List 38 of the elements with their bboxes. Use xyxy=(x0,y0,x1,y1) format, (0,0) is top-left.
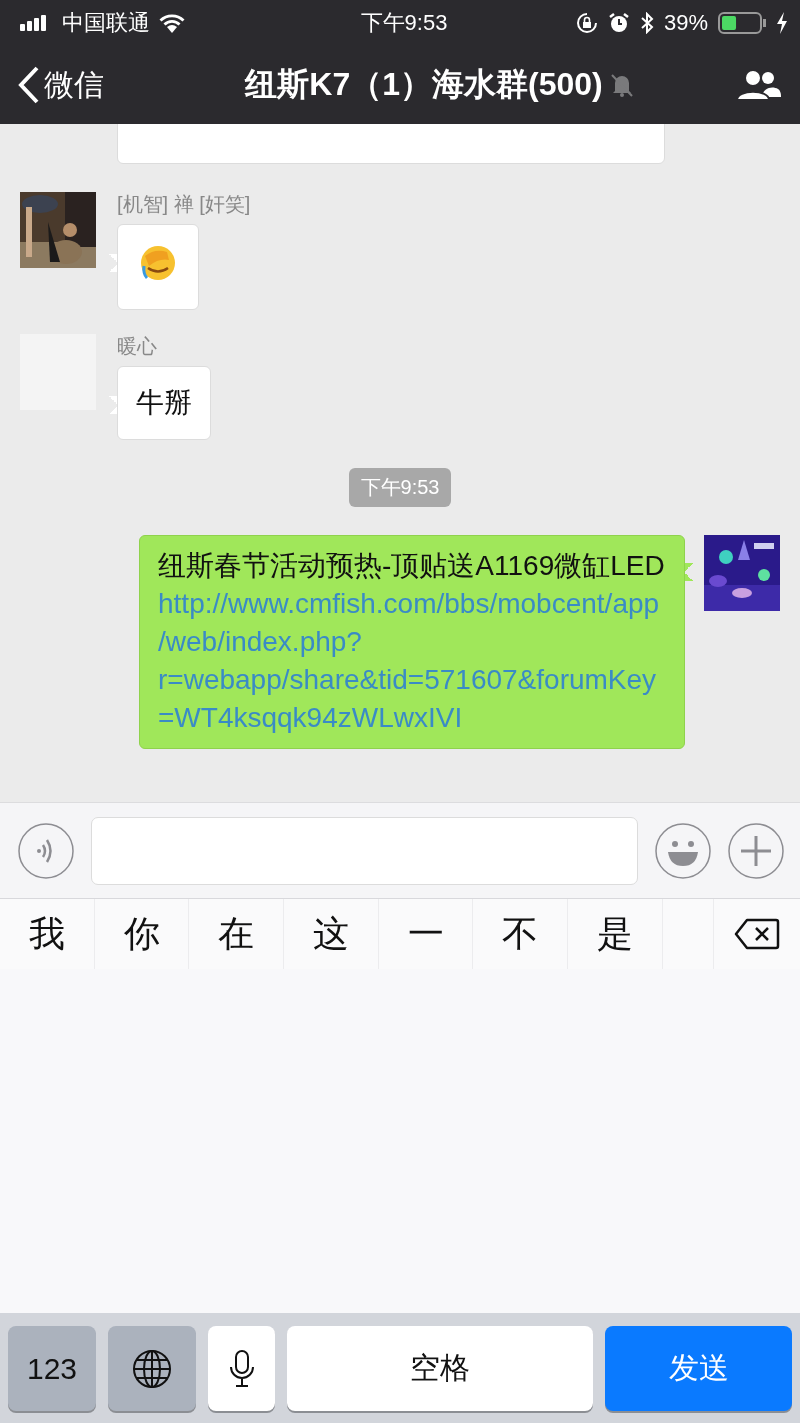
bluetooth-icon xyxy=(639,12,654,34)
message-timestamp: 下午9:53 xyxy=(348,468,452,507)
send-key[interactable]: 发送 xyxy=(605,1326,792,1411)
numbers-key[interactable]: 123 xyxy=(8,1326,96,1411)
candidate-character[interactable]: 不 xyxy=(473,899,569,969)
add-icon[interactable] xyxy=(728,822,784,879)
message-text: 纽斯春节活动预热-顶贴送A1169微缸LED xyxy=(158,550,665,581)
microphone-icon xyxy=(228,1348,255,1389)
sender-name: [机智] 禅 [奸笑] xyxy=(117,192,251,216)
candidate-character[interactable]: 我 xyxy=(0,899,95,969)
chat-title: 纽斯K7（1）海水群(500) xyxy=(245,65,603,104)
candidate-character[interactable]: 一 xyxy=(378,899,474,969)
dictation-key[interactable] xyxy=(208,1326,275,1411)
carrier-name: 中国联通 xyxy=(62,9,150,37)
wifi-icon xyxy=(158,13,186,33)
emoji-icon[interactable] xyxy=(655,822,711,879)
back-chevron-icon xyxy=(18,66,40,104)
message-input-field[interactable] xyxy=(91,816,638,885)
candidate-character[interactable]: 你 xyxy=(94,899,190,969)
rotation-lock-icon xyxy=(575,12,598,34)
candidate-character[interactable]: 在 xyxy=(189,899,285,969)
voice-input-icon[interactable] xyxy=(18,822,74,879)
candidate-character[interactable]: 是 xyxy=(568,899,663,969)
delete-icon[interactable] xyxy=(734,918,780,950)
candidate-character[interactable]: 这 xyxy=(284,899,379,969)
alarm-icon xyxy=(607,12,630,34)
battery-icon xyxy=(718,12,766,34)
status-time: 下午9:53 xyxy=(360,9,448,37)
space-key[interactable]: 空格 xyxy=(287,1326,593,1411)
message-text: 牛掰 xyxy=(109,366,211,440)
globe-icon xyxy=(132,1348,172,1389)
charging-icon xyxy=(776,12,788,34)
sender-name: 暖心 xyxy=(117,334,157,358)
battery-percentage: 39% xyxy=(663,10,708,36)
globe-key[interactable] xyxy=(108,1326,196,1411)
group-members-icon[interactable] xyxy=(736,69,782,101)
facepalm-emoji-icon xyxy=(139,244,177,282)
back-button[interactable]: 微信 xyxy=(18,64,104,106)
